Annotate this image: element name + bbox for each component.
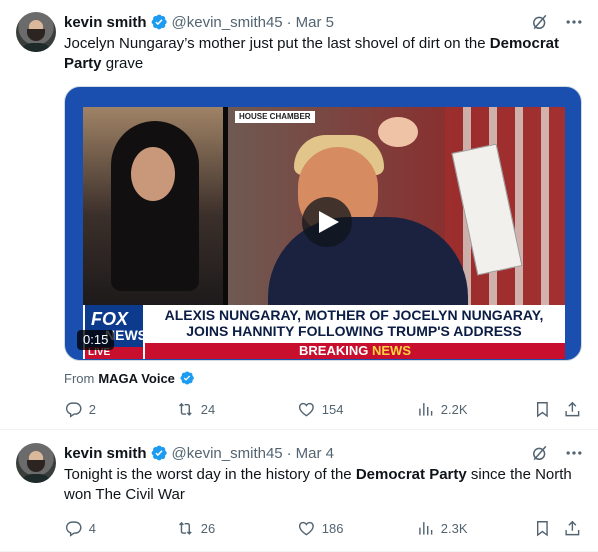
reply-icon: [65, 521, 82, 537]
tweet-actions: 4 26 186 2.3K: [64, 518, 584, 538]
reply-button[interactable]: 4: [64, 518, 96, 538]
verified-badge-icon[interactable]: [150, 13, 168, 31]
like-button[interactable]: 154: [297, 399, 343, 419]
share-icon: [565, 520, 580, 535]
views-icon: [419, 521, 433, 535]
views-button[interactable]: 2.2K: [416, 399, 468, 419]
tweet-text-bold: Democrat Party: [355, 466, 467, 483]
grok-icon[interactable]: [530, 443, 550, 463]
repost-icon: [179, 402, 192, 416]
more-icon[interactable]: [564, 443, 584, 463]
bookmark-button[interactable]: [533, 399, 558, 419]
like-count: 186: [321, 520, 344, 536]
share-button[interactable]: [563, 518, 588, 538]
verified-badge-icon[interactable]: [150, 444, 168, 462]
tweet-date[interactable]: Mar 5: [296, 14, 334, 31]
bookmark-icon: [536, 401, 548, 418]
media-source-link[interactable]: MAGA Voice: [98, 371, 175, 386]
play-button[interactable]: [302, 197, 352, 247]
grok-icon[interactable]: [530, 12, 550, 32]
share-button[interactable]: [563, 399, 588, 419]
share-icon: [565, 401, 580, 416]
author-handle[interactable]: @kevin_smith45: [172, 445, 283, 462]
like-icon: [298, 521, 314, 536]
tweet-date[interactable]: Mar 4: [296, 445, 334, 462]
tweet[interactable]: kevin smith @kevin_smith45 · Mar 4 Tonig…: [0, 431, 598, 552]
repost-button[interactable]: 24: [176, 399, 215, 419]
tweet-actions: 2 24 154 2.2K: [64, 399, 584, 419]
views-count: 2.3K: [440, 520, 468, 536]
video-player[interactable]: HOUSE CHAMBER FOX NEWS LIVE ALEXIS NUNGA…: [64, 86, 582, 361]
avatar[interactable]: [16, 12, 56, 52]
news-chyron: FOX NEWS LIVE ALEXIS NUNGARAY, MOTHER OF…: [83, 305, 565, 359]
views-count: 2.2K: [440, 401, 468, 417]
like-icon: [298, 402, 314, 417]
reply-icon: [65, 402, 82, 418]
reply-button[interactable]: 2: [64, 399, 96, 419]
repost-icon: [179, 521, 192, 535]
tweet-text: Tonight is the worst day in the history …: [64, 466, 572, 503]
avatar[interactable]: [16, 443, 56, 483]
play-icon: [319, 211, 339, 233]
reply-count: 4: [88, 520, 96, 536]
tweet-header: kevin smith @kevin_smith45 · Mar 4: [64, 443, 584, 463]
bookmark-button[interactable]: [533, 518, 558, 538]
repost-count: 24: [200, 401, 216, 417]
media-source: From MAGA Voice: [64, 369, 199, 387]
chamber-feed: [228, 107, 565, 307]
bookmark-icon: [536, 520, 548, 537]
like-count: 154: [321, 401, 344, 417]
tweet-header: kevin smith @kevin_smith45 · Mar 5: [64, 12, 584, 32]
like-button[interactable]: 186: [297, 518, 343, 538]
guest-feed: [83, 107, 223, 305]
reply-count: 2: [88, 401, 96, 417]
repost-count: 26: [200, 520, 216, 536]
video-duration: 0:15: [77, 330, 115, 350]
more-icon[interactable]: [564, 12, 584, 32]
author-name[interactable]: kevin smith: [64, 445, 147, 462]
author-handle[interactable]: @kevin_smith45: [172, 14, 283, 31]
verified-badge-icon: [179, 370, 195, 386]
views-button[interactable]: 2.3K: [416, 518, 468, 538]
chyron-headline: ALEXIS NUNGARAY, MOTHER OF JOCELYN NUNGA…: [164, 307, 544, 339]
author-name[interactable]: kevin smith: [64, 14, 147, 31]
views-icon: [419, 402, 433, 416]
tweet-text: Jocelyn Nungaray’s mother just put the l…: [64, 35, 559, 72]
chamber-label: HOUSE CHAMBER: [235, 111, 315, 123]
tweet[interactable]: kevin smith @kevin_smith45 · Mar 5 Jocel…: [0, 0, 598, 430]
breaking-news-bar: BREAKING NEWS: [145, 343, 565, 359]
repost-button[interactable]: 26: [176, 518, 215, 538]
